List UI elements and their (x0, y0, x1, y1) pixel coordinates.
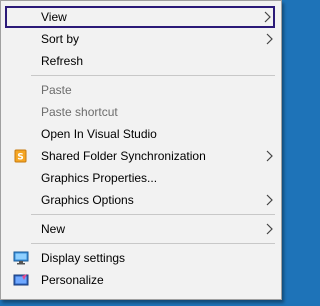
svg-text:S: S (17, 153, 23, 163)
menu-item-personalize[interactable]: Personalize (5, 269, 277, 291)
personalize-icon (13, 274, 29, 286)
menu-item-label: Refresh (41, 54, 84, 68)
menu-item-label: Graphics Options (41, 193, 134, 207)
chevron-right-icon (266, 33, 273, 45)
display-settings-icon (13, 251, 29, 265)
menu-item-label: View (41, 10, 67, 24)
menu-item-graphics-properties[interactable]: Graphics Properties... (5, 167, 277, 189)
menu-item-label: Personalize (41, 273, 104, 287)
chevron-right-icon (264, 11, 271, 23)
menu-item-sort-by[interactable]: Sort by (5, 28, 277, 50)
menu-item-paste-shortcut[interactable]: Paste shortcut (5, 101, 277, 123)
menu-item-label: Graphics Properties... (41, 171, 158, 185)
menu-item-refresh[interactable]: Refresh (5, 50, 277, 72)
menu-separator (31, 243, 275, 244)
menu-item-new[interactable]: New (5, 218, 277, 240)
menu-item-view[interactable]: View (5, 6, 275, 28)
desktop-context-menu: View Sort by Refresh Paste Paste shortcu… (0, 0, 282, 300)
menu-item-label: Display settings (41, 251, 126, 265)
menu-item-label: Open In Visual Studio (41, 127, 157, 141)
menu-item-label: Paste (41, 83, 72, 97)
chevron-right-icon (266, 150, 273, 162)
menu-item-shared-folder-synchronization[interactable]: S Shared Folder Synchronization (5, 145, 277, 167)
menu-item-label: Paste shortcut (41, 105, 118, 119)
menu-item-label: Shared Folder Synchronization (41, 149, 206, 163)
menu-item-label: Sort by (41, 32, 80, 46)
chevron-right-icon (266, 194, 273, 206)
chevron-right-icon (266, 223, 273, 235)
menu-item-graphics-options[interactable]: Graphics Options (5, 189, 277, 211)
menu-item-open-in-visual-studio[interactable]: Open In Visual Studio (5, 123, 277, 145)
menu-separator (31, 214, 275, 215)
menu-item-label: New (41, 222, 66, 236)
menu-item-paste[interactable]: Paste (5, 79, 277, 101)
menu-item-display-settings[interactable]: Display settings (5, 247, 277, 269)
menu-separator (31, 75, 275, 76)
shared-folder-sync-icon: S (14, 149, 27, 163)
